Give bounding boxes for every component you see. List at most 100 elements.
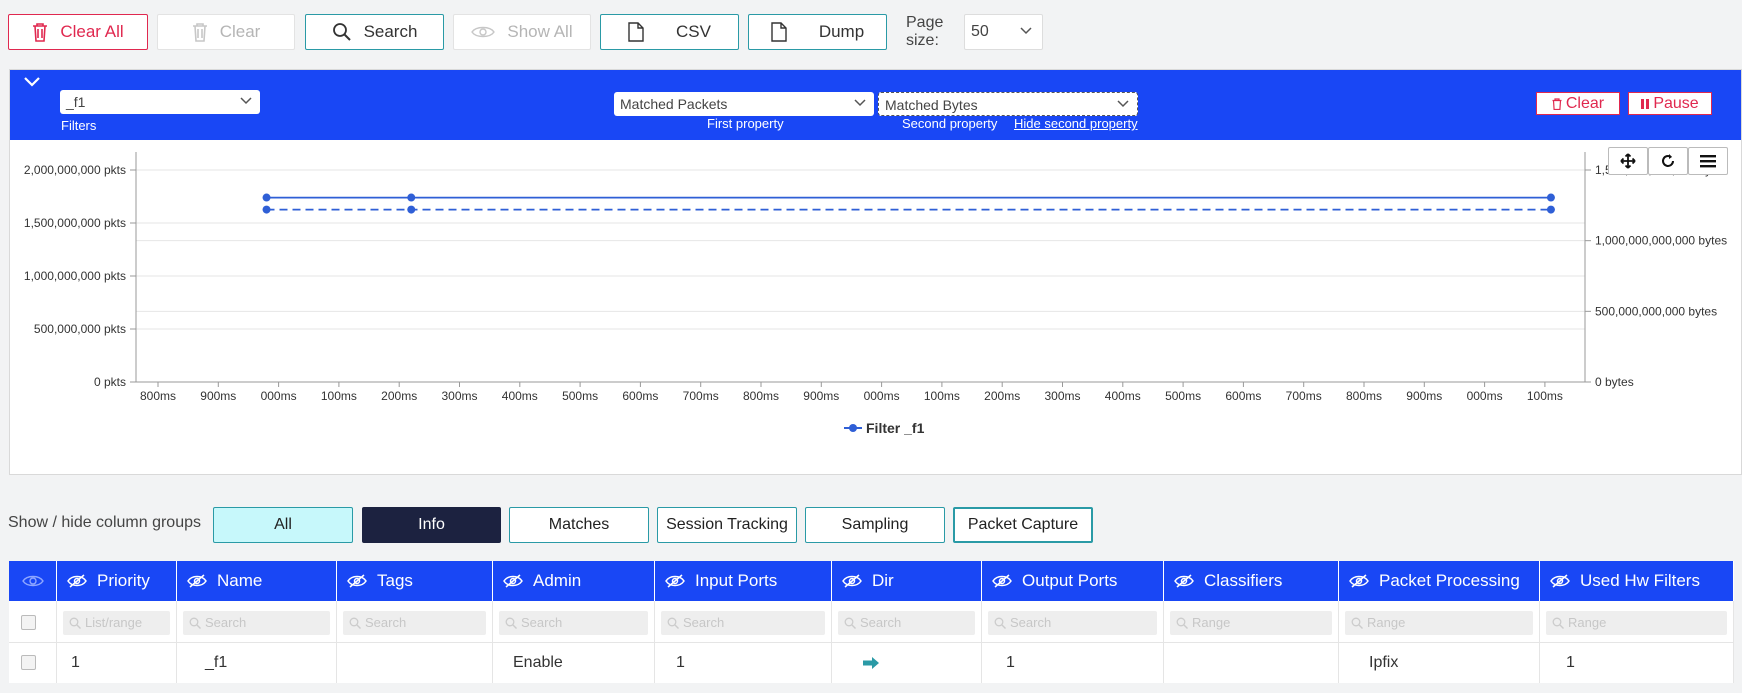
clear-all-label: Clear All xyxy=(60,22,124,41)
page-size-select[interactable]: 50 xyxy=(964,14,1043,50)
cell-output-ports: 1 xyxy=(982,643,1164,683)
x-axis-tick-label: 800ms xyxy=(140,389,176,403)
x-axis-tick-label: 300ms xyxy=(1044,389,1080,403)
x-axis-tick-label: 700ms xyxy=(683,389,719,403)
cell-input-ports: 1 xyxy=(655,643,832,683)
filter-cell-used-hw-filters: Range xyxy=(1540,601,1734,643)
eye-off-icon xyxy=(992,574,1012,588)
clear-all-button[interactable]: Clear All xyxy=(8,14,148,50)
y-axis-right-tick-label: 1,000,000,000,000 bytes xyxy=(1595,234,1727,248)
column-header-priority[interactable]: Priority xyxy=(57,561,177,601)
y-axis-right-tick-label: 0 bytes xyxy=(1595,375,1634,389)
y-axis-left-tick-label: 1,500,000,000 pkts xyxy=(24,216,126,230)
filter-cell-packet-processing: Range xyxy=(1339,601,1540,643)
cell-priority: 1 xyxy=(57,643,177,683)
packet-processing-filter-input[interactable]: Range xyxy=(1345,611,1533,635)
legend-label: Filter _f1 xyxy=(866,420,925,436)
search-icon xyxy=(844,617,856,629)
page-size-label: Page size: xyxy=(906,14,944,49)
classifiers-filter-input[interactable]: Range xyxy=(1170,611,1332,635)
cell-classifiers xyxy=(1164,643,1339,683)
data-point xyxy=(1546,193,1555,202)
search-icon xyxy=(349,617,361,629)
column-group-session-tracking[interactable]: Session Tracking xyxy=(657,507,797,543)
clear-button[interactable]: Clear xyxy=(157,14,295,50)
column-header-used-hw-filters[interactable]: Used Hw Filters xyxy=(1540,561,1734,601)
eye-icon xyxy=(21,575,44,587)
search-icon xyxy=(1176,617,1188,629)
toolbar: Clear All Clear Search Show All CSV Dump… xyxy=(0,0,1742,64)
x-axis-tick-label: 100ms xyxy=(321,389,357,403)
dump-button[interactable]: Dump xyxy=(748,14,887,50)
output-ports-filter-input[interactable]: Search xyxy=(988,611,1157,635)
x-axis-tick-label: 700ms xyxy=(1286,389,1322,403)
input-ports-filter-input[interactable]: Search xyxy=(661,611,825,635)
eye-off-icon xyxy=(503,574,523,588)
name-filter-input[interactable]: Search xyxy=(183,611,330,635)
column-header-name[interactable]: Name xyxy=(177,561,337,601)
row-checkbox[interactable] xyxy=(21,655,36,670)
column-header-tags[interactable]: Tags xyxy=(337,561,493,601)
column-header-admin[interactable]: Admin xyxy=(493,561,655,601)
csv-button[interactable]: CSV xyxy=(600,14,739,50)
filter-cell-admin: Search xyxy=(493,601,655,643)
column-header-output-ports[interactable]: Output Ports xyxy=(982,561,1164,601)
column-header-packet-processing[interactable]: Packet Processing xyxy=(1339,561,1540,601)
filter-cell-output-ports: Search xyxy=(982,601,1164,643)
x-axis-tick-label: 600ms xyxy=(1225,389,1261,403)
search-icon xyxy=(1351,617,1363,629)
search-icon xyxy=(332,23,351,41)
column-group-packet-capture[interactable]: Packet Capture xyxy=(953,507,1093,543)
tags-filter-input[interactable]: Search xyxy=(343,611,486,635)
chart-menu-button[interactable] xyxy=(1688,147,1728,175)
x-axis-tick-label: 900ms xyxy=(200,389,236,403)
x-axis-tick-label: 900ms xyxy=(803,389,839,403)
eye-off-icon xyxy=(67,574,87,588)
hamburger-icon xyxy=(1700,155,1716,168)
cell-name: _f1 xyxy=(177,643,337,683)
trash-icon xyxy=(33,23,48,42)
admin-filter-input[interactable]: Search xyxy=(499,611,648,635)
x-axis-tick-label: 500ms xyxy=(1165,389,1201,403)
column-group-info[interactable]: Info xyxy=(362,507,501,543)
eye-icon xyxy=(471,26,496,38)
y-axis-right-tick-label: 500,000,000,000 bytes xyxy=(1595,304,1717,318)
eye-off-icon xyxy=(1349,574,1369,588)
clear-label: Clear xyxy=(219,22,261,41)
column-group-sampling[interactable]: Sampling xyxy=(805,507,945,543)
search-icon xyxy=(994,617,1006,629)
search-button[interactable]: Search xyxy=(305,14,444,50)
show-all-button[interactable]: Show All xyxy=(453,14,591,50)
pan-tool-button[interactable] xyxy=(1608,147,1648,175)
data-point xyxy=(407,205,416,214)
search-icon xyxy=(667,617,679,629)
table-row[interactable]: 1 _f1 Enable 1 1 Ipfix 1 xyxy=(9,643,1734,683)
column-visibility-header[interactable] xyxy=(9,561,57,601)
search-icon xyxy=(1552,617,1564,629)
eye-off-icon xyxy=(842,574,862,588)
priority-filter-input[interactable]: List/range xyxy=(63,611,170,635)
column-header-input-ports[interactable]: Input Ports xyxy=(655,561,832,601)
column-header-classifiers[interactable]: Classifiers xyxy=(1164,561,1339,601)
reset-zoom-button[interactable] xyxy=(1648,147,1688,175)
x-axis-tick-label: 000ms xyxy=(1467,389,1503,403)
eye-off-icon xyxy=(665,574,685,588)
chart-panel: _f1 Filters Matched Packets First proper… xyxy=(9,69,1742,475)
column-group-matches[interactable]: Matches xyxy=(509,507,649,543)
select-all-cell xyxy=(9,601,57,643)
column-group-all[interactable]: All xyxy=(213,507,353,543)
dir-filter-input[interactable]: Search xyxy=(838,611,975,635)
page-size-value: 50 xyxy=(971,23,989,40)
column-header-dir[interactable]: Dir xyxy=(832,561,982,601)
cell-tags xyxy=(337,643,493,683)
search-icon xyxy=(189,617,201,629)
show-all-label: Show All xyxy=(507,22,573,41)
line-chart: 2,000,000,000 pkts 1,500,000,000 pkts 1,00… xyxy=(24,152,1727,436)
file-icon xyxy=(771,22,787,42)
arrow-right-icon xyxy=(863,656,879,669)
select-all-checkbox[interactable] xyxy=(21,615,36,630)
file-icon xyxy=(628,22,644,42)
used-hw-filters-filter-input[interactable]: Range xyxy=(1546,611,1727,635)
cell-packet-processing: Ipfix xyxy=(1339,643,1540,683)
x-axis-tick-label: 600ms xyxy=(622,389,658,403)
